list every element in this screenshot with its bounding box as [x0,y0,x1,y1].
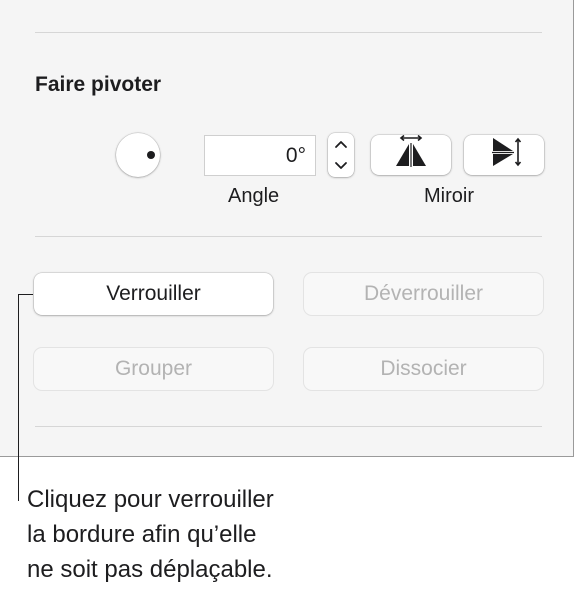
ungroup-button[interactable]: Dissocier [304,348,543,390]
flip-vertical-icon [485,135,523,175]
callout-leader-line [18,294,19,501]
chevron-down-icon[interactable] [328,155,354,177]
callout-line-3: ne soit pas déplaçable. [27,556,273,583]
callout-text: Cliquez pour verrouiller la bordure afin… [27,482,367,587]
rotate-dial[interactable] [116,133,160,177]
callout-line-1: Cliquez pour verrouiller [27,486,274,513]
angle-input[interactable]: 0° [204,135,316,176]
flip-horizontal-button[interactable] [371,134,451,175]
rotate-section-title: Faire pivoter [35,73,162,96]
unlock-button[interactable]: Déverrouiller [304,273,543,315]
group-button[interactable]: Grouper [34,348,273,390]
chevron-up-icon[interactable] [328,133,354,155]
mirror-label: Miroir [424,185,474,207]
lock-button[interactable]: Verrouiller [34,273,273,315]
divider-bottom [35,426,542,427]
flip-vertical-button[interactable] [464,135,544,175]
angle-label: Angle [228,185,280,207]
rotate-dial-knob-icon [147,151,155,159]
callout-line-2: la bordure afin qu’elle [27,521,257,548]
divider-top [35,32,542,33]
arrange-inspector-panel: Faire pivoter 0° Angle Miroir Verrouille… [0,0,574,457]
angle-stepper[interactable] [328,133,354,177]
flip-horizontal-icon [392,134,430,175]
callout-leader-tick [18,294,33,295]
divider-middle [35,236,542,237]
